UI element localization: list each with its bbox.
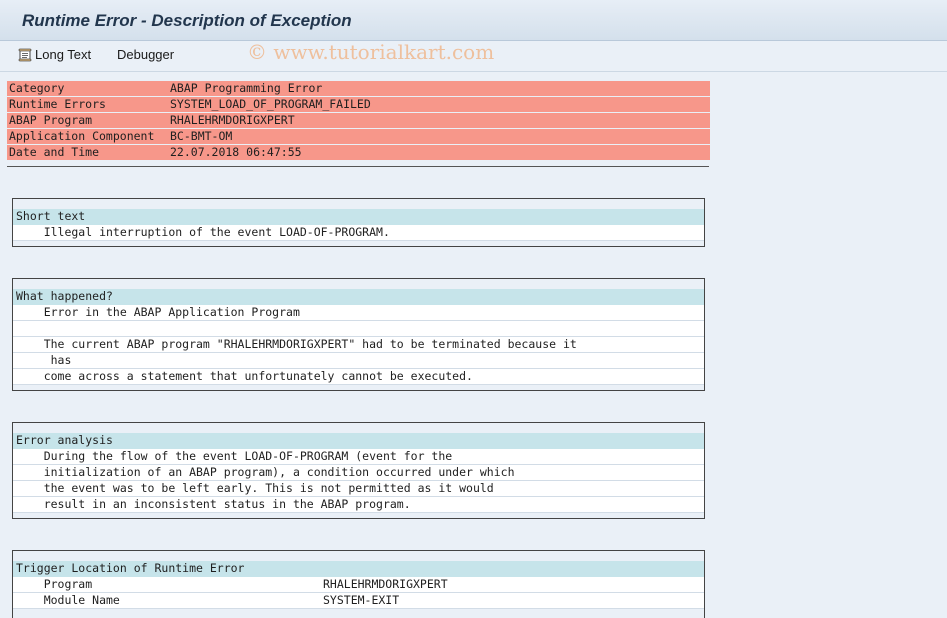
header-value: SYSTEM_LOAD_OF_PROGRAM_FAILED: [170, 97, 371, 111]
section-line: the event was to be left early. This is …: [13, 481, 704, 497]
trigger-value: SYSTEM-EXIT: [323, 593, 400, 607]
header-key: Runtime Errors: [9, 97, 106, 111]
section-line: Error in the ABAP Application Program: [13, 305, 704, 321]
section-heading: What happened?: [13, 289, 704, 305]
dump-content[interactable]: Category ABAP Programming Error Runtime E…: [0, 72, 947, 618]
header-row: Runtime Errors SYSTEM_LOAD_OF_PROGRAM_FAI…: [7, 97, 710, 112]
header-value: 22.07.2018 06:47:55: [170, 145, 302, 159]
scroll-document-icon: [18, 48, 32, 62]
header-value: ABAP Programming Error: [170, 81, 323, 95]
header-value: BC-BMT-OM: [170, 129, 233, 143]
section-heading: Trigger Location of Runtime Error: [13, 561, 704, 577]
dump-header-table: Category ABAP Programming Error Runtime E…: [7, 81, 710, 161]
header-key: Category: [9, 81, 65, 95]
section-line: Illegal interruption of the event LOAD-O…: [13, 225, 704, 241]
trigger-label: Program: [16, 577, 93, 591]
header-key: ABAP Program: [9, 113, 93, 127]
section-line: [13, 321, 704, 337]
debugger-label: Debugger: [117, 47, 175, 62]
error-analysis-section: Error analysis During the flow of the ev…: [12, 422, 705, 519]
section-heading: Short text: [13, 209, 704, 225]
section-line: has: [13, 353, 704, 369]
header-value: RHALEHRMDORIGXPERT: [170, 113, 295, 127]
debugger-button[interactable]: Debugger: [117, 47, 174, 62]
watermark: © www.tutorialkart.com: [247, 40, 495, 64]
trigger-location-section: Trigger Location of Runtime Error Progra…: [12, 550, 705, 618]
section-line: During the flow of the event LOAD-OF-PRO…: [13, 449, 704, 465]
header-row: ABAP Program RHALEHRMDORIGXPERT: [7, 113, 710, 128]
header-row: Application Component BC-BMT-OM: [7, 129, 710, 144]
header-row: Category ABAP Programming Error: [7, 81, 710, 96]
section-heading: Error analysis: [13, 433, 704, 449]
header-divider: [7, 166, 709, 167]
trigger-value: RHALEHRMDORIGXPERT: [323, 577, 448, 591]
short-text-section: Short text Illegal interruption of the e…: [12, 198, 705, 247]
trigger-row: Module Name SYSTEM-EXIT: [13, 593, 704, 609]
trigger-label: Module Name: [16, 593, 120, 607]
long-text-button[interactable]: Long Text: [18, 47, 91, 62]
section-line: result in an inconsistent status in the …: [13, 497, 704, 513]
header-key: Application Component: [9, 129, 155, 143]
header-key: Date and Time: [9, 145, 100, 159]
title-bar: Runtime Error - Description of Exception: [0, 0, 947, 41]
window-title: Runtime Error - Description of Exception: [22, 11, 352, 30]
section-line: initialization of an ABAP program), a co…: [13, 465, 704, 481]
long-text-label: Long Text: [35, 47, 92, 62]
what-happened-section: What happened? Error in the ABAP Applica…: [12, 278, 705, 391]
header-row: Date and Time 22.07.2018 06:47:55: [7, 145, 710, 160]
section-line: come across a statement that unfortunate…: [13, 369, 704, 385]
trigger-row: Program RHALEHRMDORIGXPERT: [13, 577, 704, 593]
section-line: The current ABAP program "RHALEHRMDORIGX…: [13, 337, 704, 353]
